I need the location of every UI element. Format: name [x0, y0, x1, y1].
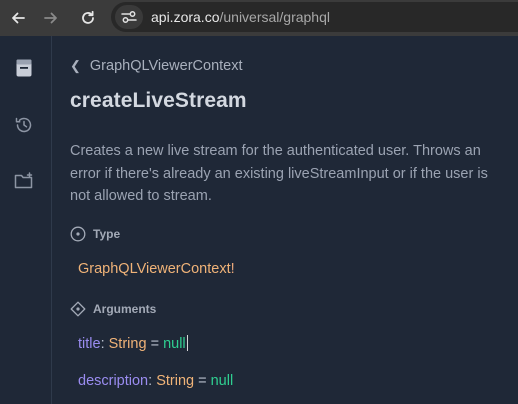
- argument-type-link[interactable]: String: [156, 373, 194, 389]
- argument-colon: :: [148, 373, 153, 389]
- arguments-section-header: Arguments: [70, 301, 156, 317]
- graphiql-sidebar: [0, 36, 52, 404]
- text-cursor: [186, 335, 188, 351]
- forward-button[interactable]: [33, 0, 69, 36]
- page-title: createLiveStream: [70, 89, 247, 112]
- non-null-modifier: !: [230, 261, 235, 277]
- url-text[interactable]: api.zora.co/universal/graphql: [151, 9, 330, 25]
- forward-arrow-icon: [44, 12, 57, 24]
- field-description: Creates a new live stream for the authen…: [70, 143, 488, 204]
- breadcrumb-back-link[interactable]: ❮ GraphQLViewerContext: [70, 58, 243, 74]
- docs-book-icon: [16, 59, 32, 77]
- address-bar[interactable]: api.zora.co/universal/graphql: [111, 2, 518, 32]
- argument-default-value: null: [210, 373, 234, 389]
- history-icon: [15, 117, 32, 133]
- return-type: GraphQLViewerContext!: [78, 261, 235, 277]
- history-button[interactable]: [13, 114, 35, 136]
- type-circle-icon: [70, 226, 86, 242]
- argument-type-link[interactable]: String: [109, 336, 147, 352]
- argument-name[interactable]: description: [78, 373, 148, 389]
- reload-button[interactable]: [70, 0, 106, 36]
- type-section-header: Type: [70, 226, 120, 242]
- docs-explorer-button[interactable]: [13, 57, 35, 79]
- back-button[interactable]: [0, 0, 36, 36]
- browser-toolbar: api.zora.co/universal/graphql: [0, 0, 518, 36]
- argument-equals: =: [150, 336, 160, 352]
- site-info-icon: [121, 11, 137, 23]
- arguments-diamond-icon: [70, 301, 86, 317]
- argument-name[interactable]: title: [78, 336, 101, 352]
- folder-add-icon: [14, 172, 33, 189]
- doc-explorer: ❮ GraphQLViewerContext createLiveStream …: [53, 36, 518, 404]
- site-info-button[interactable]: [115, 5, 143, 29]
- back-arrow-icon: [12, 12, 25, 24]
- argument-row: title: String = null: [78, 335, 188, 352]
- url-path: /universal/graphql: [219, 9, 330, 25]
- arguments-section-label: Arguments: [93, 302, 157, 316]
- argument-colon: :: [100, 336, 105, 352]
- return-type-link[interactable]: GraphQLViewerContext: [78, 261, 231, 277]
- add-folder-button[interactable]: [13, 170, 35, 192]
- argument-equals: =: [198, 373, 207, 389]
- type-section-label: Type: [93, 227, 121, 241]
- breadcrumb-label: GraphQLViewerContext: [89, 58, 243, 74]
- argument-default-value: null: [163, 336, 186, 352]
- url-host: api.zora.co: [151, 9, 220, 25]
- reload-icon: [82, 10, 94, 24]
- chevron-left-icon: ❮: [70, 58, 81, 73]
- argument-row: description: String = null: [78, 373, 233, 389]
